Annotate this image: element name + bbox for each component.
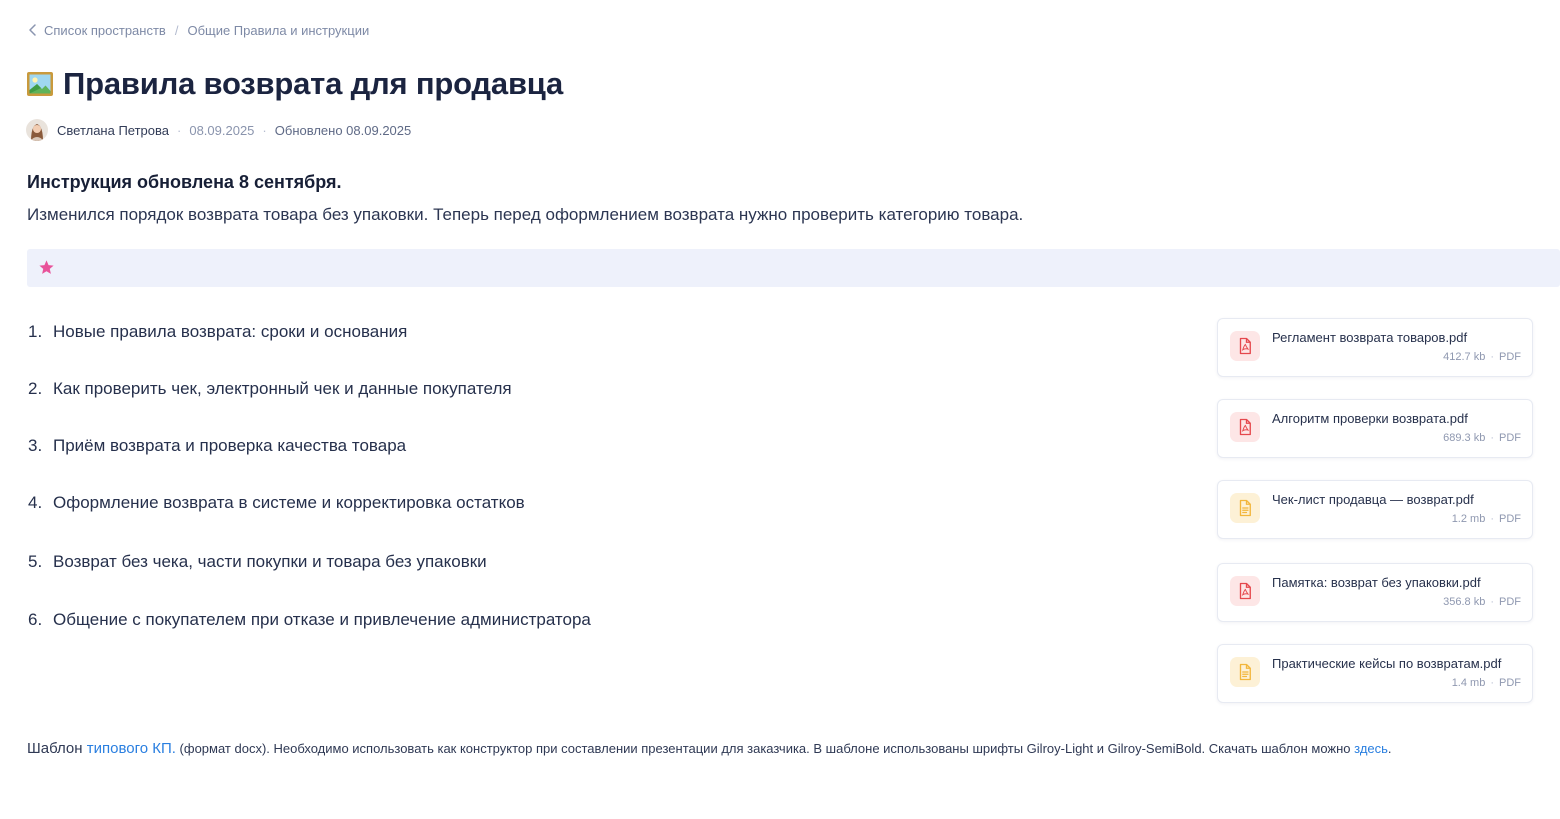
template-note-body: (формат docx). Необходимо использовать к… — [175, 741, 1355, 756]
notice-title: Инструкция обновлена 8 сентября. — [27, 172, 342, 192]
toc-item[interactable]: 2. Как проверить чек, электронный чек и д… — [28, 379, 512, 399]
file-name: Чек-лист продавца — возврат.pdf — [1272, 492, 1474, 507]
document-icon — [1230, 657, 1260, 687]
file-card[interactable]: Алгоритм проверки возврата.pdf 689.3 kb ·… — [1217, 399, 1533, 458]
pdf-file-icon — [1230, 331, 1260, 361]
chevron-left-icon[interactable] — [26, 23, 40, 37]
toc-item[interactable]: 3. Приём возврата и проверка качества тов… — [28, 436, 406, 456]
framed-picture-icon[interactable] — [26, 70, 54, 98]
meta-separator: · — [262, 122, 267, 138]
file-meta: 689.3 kb · PDF — [1443, 432, 1521, 444]
file-card[interactable]: Регламент возврата товаров.pdf 412.7 kb ·… — [1217, 318, 1533, 377]
file-name: Практические кейсы по возвратам.pdf — [1272, 656, 1502, 671]
toc-item[interactable]: 6. Общение с покупателем при отказе и при… — [28, 610, 591, 630]
file-meta: 412.7 kb · PDF — [1443, 351, 1521, 363]
template-note-suffix: . — [1387, 741, 1392, 756]
toc-item[interactable]: 1. Новые правила возврата: сроки и основа… — [28, 322, 407, 342]
toc-item[interactable]: 5. Возврат без чека, части покупки и това… — [28, 552, 487, 572]
file-card[interactable]: Практические кейсы по возвратам.pdf 1.4 … — [1217, 644, 1533, 703]
author-avatar[interactable] — [26, 119, 48, 141]
file-name: Памятка: возврат без упаковки.pdf — [1272, 575, 1481, 590]
updated-date: Обновлено 08.09.2025 — [274, 122, 412, 138]
file-card[interactable]: Памятка: возврат без упаковки.pdf 356.8 … — [1217, 563, 1533, 622]
file-card[interactable]: Чек-лист продавца — возврат.pdf 1.2 mb · P… — [1217, 480, 1533, 539]
template-kp-link[interactable]: типового КП. — [87, 740, 176, 757]
page-meta: Светлана Петрова · 08.09.2025 · Обновлен… — [26, 119, 411, 141]
breadcrumb-spaces-link[interactable]: Список пространств — [44, 23, 166, 38]
file-meta: 1.2 mb · PDF — [1451, 513, 1521, 525]
pdf-file-icon — [1230, 412, 1260, 442]
template-note: Шаблон типового КП. (формат docx). Необх… — [27, 740, 1392, 757]
template-note-prefix: Шаблон — [27, 740, 87, 757]
file-name: Регламент возврата товаров.pdf — [1272, 330, 1468, 345]
page-title-row: Правила возврата для продавца — [26, 66, 563, 102]
breadcrumb: Список пространств / Общие Правила и инс… — [26, 21, 369, 39]
star-icon — [38, 259, 55, 276]
download-template-link[interactable]: здесь — [1354, 741, 1388, 756]
callout-block[interactable] — [27, 249, 1560, 287]
file-name: Алгоритм проверки возврата.pdf — [1272, 411, 1468, 426]
toc-item[interactable]: 4. Оформление возврата в системе и коррек… — [28, 493, 525, 513]
meta-separator: · — [177, 122, 182, 138]
page-title: Правила возврата для продавца — [63, 66, 564, 101]
pdf-file-icon — [1230, 576, 1260, 606]
breadcrumb-current-link[interactable]: Общие Правила и инструкции — [187, 23, 369, 38]
created-date: 08.09.2025 — [189, 122, 255, 138]
document-icon — [1230, 493, 1260, 523]
file-meta: 356.8 kb · PDF — [1443, 596, 1521, 608]
author-name[interactable]: Светлана Петрова — [57, 123, 169, 138]
breadcrumb-separator: / — [174, 22, 179, 38]
file-meta: 1.4 mb · PDF — [1451, 677, 1521, 689]
notice-text: Изменился порядок возврата товара без уп… — [27, 205, 1024, 224]
